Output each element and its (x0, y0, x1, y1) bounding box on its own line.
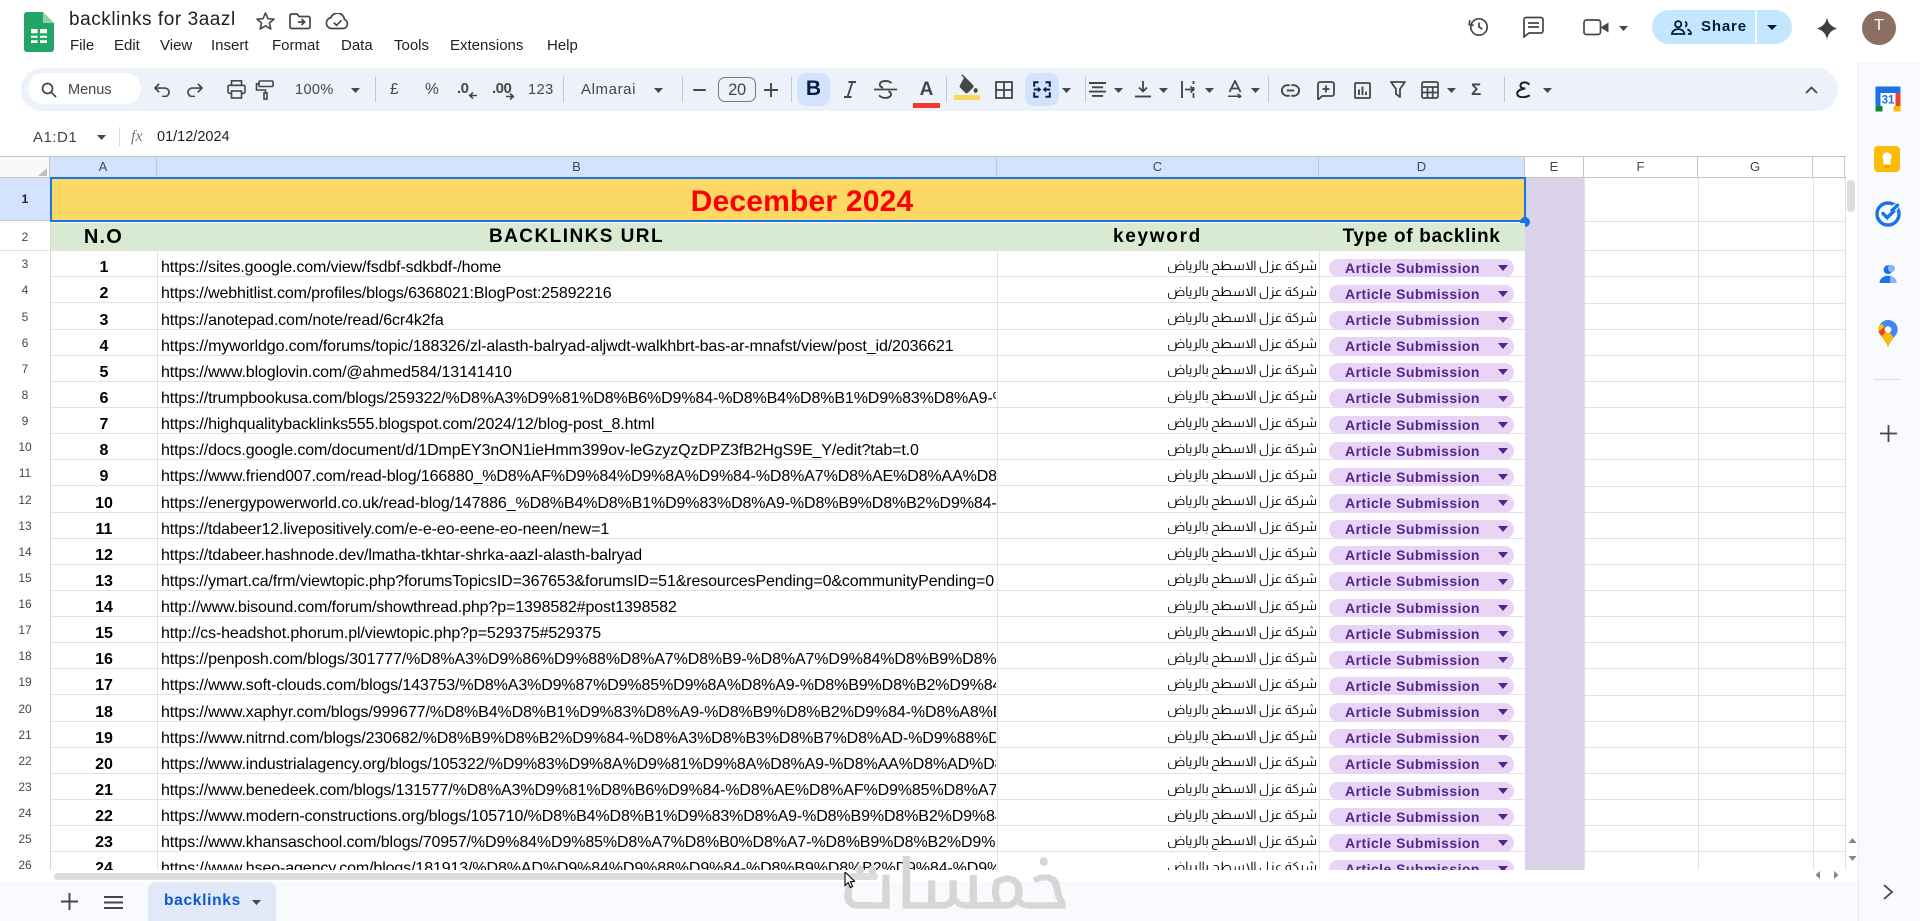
svg-text:31: 31 (1882, 95, 1895, 107)
